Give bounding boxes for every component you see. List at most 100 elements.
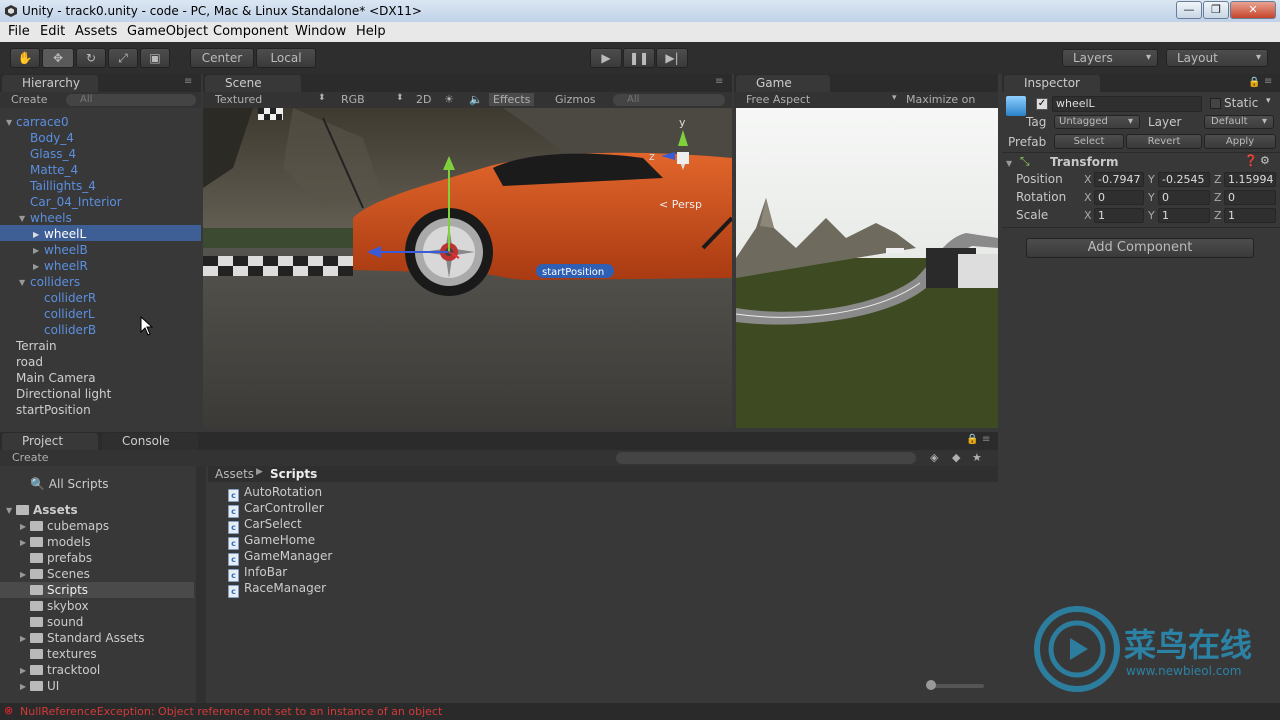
object-name-field[interactable]: wheelL (1052, 96, 1202, 112)
assets-root-item[interactable]: Assets (16, 502, 78, 518)
collapsed-triangle-icon[interactable]: ▶ (33, 230, 39, 239)
folder-item[interactable]: Standard Assets (30, 630, 144, 646)
position-x-field[interactable]: -0.7947 (1094, 172, 1144, 187)
hier-item[interactable]: Matte_4 (30, 162, 78, 178)
expand-triangle-icon[interactable]: ▼ (1006, 159, 1012, 168)
folder-item[interactable]: cubemaps (30, 518, 109, 534)
scale-x-field[interactable]: 1 (1094, 208, 1144, 223)
rotation-z-field[interactable]: 0 (1224, 190, 1276, 205)
game-viewport[interactable] (736, 108, 998, 428)
hier-item[interactable]: carrace0 (16, 114, 69, 130)
persp-label[interactable]: < Persp (659, 198, 702, 211)
gizmos-dropdown[interactable]: Gizmos (555, 93, 596, 106)
collapsed-triangle-icon[interactable]: ▶ (20, 522, 26, 531)
hier-item[interactable]: wheels (30, 210, 72, 226)
scale-z-field[interactable]: 1 (1224, 208, 1276, 223)
mode-2d-toggle[interactable]: 2D (416, 93, 431, 106)
gear-icon[interactable]: ⚙ (1260, 154, 1270, 167)
folder-item[interactable]: skybox (30, 598, 89, 614)
menu-assets[interactable]: Assets (75, 24, 117, 39)
maximize-button[interactable]: ❐ (1203, 1, 1229, 19)
rotate-tool-button[interactable]: ↻ (76, 48, 106, 68)
pivot-local-button[interactable]: Local (256, 48, 316, 68)
breadcrumb-root[interactable]: Assets (215, 467, 254, 481)
menu-gameobject[interactable]: GameObject (127, 24, 208, 39)
hierarchy-create-dropdown[interactable]: Create (11, 93, 48, 106)
step-button[interactable]: ▶| (656, 48, 688, 68)
hier-item[interactable]: Terrain (16, 338, 57, 354)
project-create-dropdown[interactable]: Create (12, 451, 49, 464)
script-item[interactable]: c CarController (228, 500, 324, 518)
prefab-apply-button[interactable]: Apply (1204, 134, 1276, 149)
hier-item[interactable]: wheelR (44, 258, 88, 274)
status-bar[interactable]: ⊗ NullReferenceException: Object referen… (0, 703, 1280, 720)
close-button[interactable]: ✕ (1230, 1, 1276, 19)
tag-dropdown[interactable]: Untagged (1054, 115, 1140, 129)
hier-item[interactable]: wheelB (44, 242, 88, 258)
folder-tree-scrollbar[interactable] (196, 466, 206, 703)
hierarchy-search-input[interactable]: All (66, 94, 196, 106)
prefab-revert-button[interactable]: Revert (1126, 134, 1202, 149)
play-button[interactable]: ▶ (590, 48, 622, 68)
scale-y-field[interactable]: 1 (1158, 208, 1210, 223)
panel-menu-icon[interactable]: ≡ (1264, 76, 1272, 87)
expand-triangle-icon[interactable]: ▼ (19, 214, 25, 223)
panel-menu-icon[interactable]: ≡ (982, 434, 990, 445)
aspect-dropdown[interactable]: Free Aspect (746, 93, 810, 106)
filter-label-icon[interactable]: ◆ (952, 451, 960, 464)
scene-viewport[interactable]: y z < Persp startPosition (203, 108, 732, 428)
prefab-select-button[interactable]: Select (1054, 134, 1124, 149)
tab-inspector[interactable]: Inspector (1004, 75, 1100, 92)
rotation-x-field[interactable]: 0 (1094, 190, 1144, 205)
menu-file[interactable]: File (8, 24, 30, 39)
lock-icon[interactable]: 🔒 (1248, 77, 1260, 88)
shading-dropdown[interactable]: Textured (215, 93, 262, 106)
breadcrumb-current[interactable]: Scripts (270, 467, 317, 481)
icon-size-slider[interactable] (928, 684, 984, 688)
help-icon[interactable]: ❓ (1244, 154, 1258, 167)
collapsed-triangle-icon[interactable]: ▶ (33, 246, 39, 255)
filter-type-icon[interactable]: ◈ (930, 451, 938, 464)
project-search-input[interactable] (616, 452, 916, 464)
position-z-field[interactable]: 1.15994 (1224, 172, 1276, 187)
add-component-button[interactable]: Add Component (1026, 238, 1254, 258)
tab-scene[interactable]: Scene (205, 75, 301, 92)
hier-item[interactable]: colliderB (44, 322, 96, 338)
rotation-y-field[interactable]: 0 (1158, 190, 1210, 205)
pause-button[interactable]: ❚❚ (623, 48, 655, 68)
pivot-center-button[interactable]: Center (190, 48, 254, 68)
folder-item[interactable]: prefabs (30, 550, 92, 566)
script-item[interactable]: c GameHome (228, 532, 315, 550)
collapsed-triangle-icon[interactable]: ▶ (20, 634, 26, 643)
static-dropdown-icon[interactable]: ▾ (1266, 96, 1271, 106)
tab-project[interactable]: Project (2, 433, 98, 450)
minimize-button[interactable]: — (1176, 1, 1202, 19)
script-item[interactable]: c CarSelect (228, 516, 302, 534)
folder-item[interactable]: models (30, 534, 91, 550)
panel-menu-icon[interactable]: ≡ (184, 76, 192, 87)
menu-component[interactable]: Component (213, 24, 288, 39)
favorite-icon[interactable]: ★ (972, 451, 982, 464)
active-checkbox[interactable]: ✓ (1036, 98, 1048, 110)
position-y-field[interactable]: -0.2545 (1158, 172, 1210, 187)
hier-item[interactable]: Car_04_Interior (30, 194, 122, 210)
move-tool-button[interactable]: ✥ (42, 48, 74, 68)
hier-item[interactable]: Body_4 (30, 130, 74, 146)
hier-item[interactable]: Main Camera (16, 370, 96, 386)
status-message[interactable]: NullReferenceException: Object reference… (20, 705, 442, 718)
hand-tool-button[interactable]: ✋ (10, 48, 40, 68)
lighting-icon[interactable]: ☀ (444, 93, 454, 106)
folder-item[interactable]: textures (30, 646, 97, 662)
tab-console[interactable]: Console (102, 433, 198, 450)
script-item[interactable]: c RaceManager (228, 580, 326, 598)
tab-game[interactable]: Game (736, 75, 830, 92)
folder-item[interactable]: UI (30, 678, 59, 694)
effects-dropdown[interactable]: Effects (489, 93, 535, 106)
folder-item[interactable]: Scenes (30, 566, 90, 582)
folder-item[interactable]: tracktool (30, 662, 100, 678)
lock-icon[interactable]: 🔒 (966, 434, 978, 445)
hier-item[interactable]: startPosition (16, 402, 91, 418)
scale-tool-button[interactable]: ⤢ (108, 48, 138, 68)
hier-item[interactable]: road (16, 354, 43, 370)
hier-item[interactable]: Directional light (16, 386, 111, 402)
